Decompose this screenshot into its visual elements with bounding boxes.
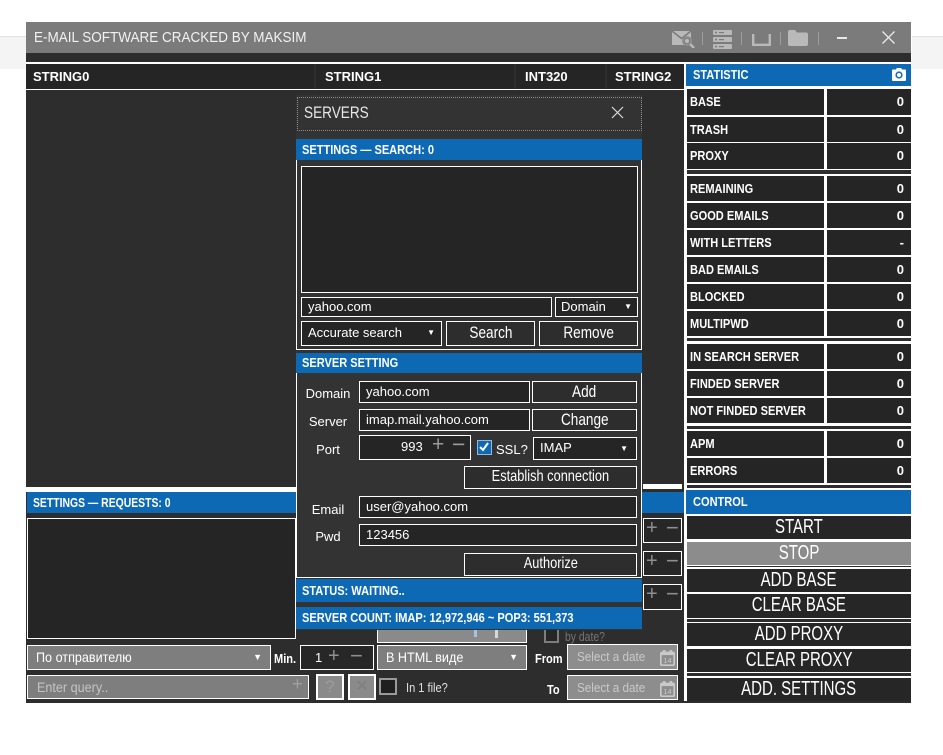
svg-text:14: 14: [663, 656, 671, 665]
svg-text:14: 14: [663, 687, 671, 696]
